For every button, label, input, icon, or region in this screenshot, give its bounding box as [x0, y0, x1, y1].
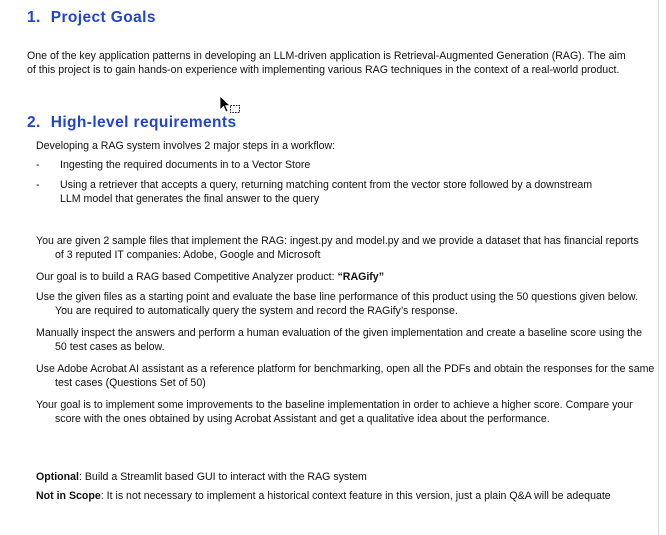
bullet-text: Ingesting the required documents in to a… [60, 159, 311, 171]
goal-text: Our goal is to build a RAG based Competi… [36, 271, 338, 283]
product-name: “RAGify” [337, 271, 385, 283]
section-heading-requirements: 2. High-level requirements [27, 114, 237, 132]
optional-paragraph: Optional: Build a Streamlit based GUI to… [36, 470, 636, 484]
not-in-scope-label: Not in Scope [36, 490, 101, 502]
document-page: 1. Project Goals One of the key applicati… [0, 0, 666, 535]
not-in-scope-text: : It is not necessary to implement a his… [100, 490, 611, 502]
acrobat-benchmark-paragraph: Use Adobe Acrobat AI assistant as a refe… [36, 363, 655, 389]
page-edge-divider [658, 0, 659, 535]
improvement-goal-paragraph: Your goal is to implement some improveme… [36, 399, 633, 425]
project-goals-paragraph: One of the key application patterns in d… [27, 50, 626, 76]
use-given-paragraph: Use the given files as a starting point … [36, 291, 638, 317]
bullet-marker: - [36, 159, 40, 171]
workflow-intro: Developing a RAG system involves 2 major… [36, 140, 336, 152]
section-number: 2. [27, 114, 41, 131]
manual-evaluation-paragraph: Manually inspect the answers and perform… [36, 327, 642, 353]
section-title: Project Goals [50, 9, 156, 26]
optional-label: Optional [36, 471, 79, 483]
section-title: High-level requirements [50, 114, 237, 131]
section-heading-project-goals: 1. Project Goals [27, 9, 156, 27]
move-cursor-icon [219, 95, 240, 113]
goal-paragraph: Our goal is to build a RAG based Competi… [36, 270, 636, 284]
bullet-text: Using a retriever that accepts a query, … [60, 179, 593, 205]
bullet-marker: - [36, 179, 40, 191]
section-number: 1. [27, 9, 41, 26]
optional-text: : Build a Streamlit based GUI to interac… [78, 471, 367, 483]
given-files-paragraph: You are given 2 sample files that implem… [36, 235, 639, 261]
not-in-scope-paragraph: Not in Scope: It is not necessary to imp… [36, 489, 645, 503]
